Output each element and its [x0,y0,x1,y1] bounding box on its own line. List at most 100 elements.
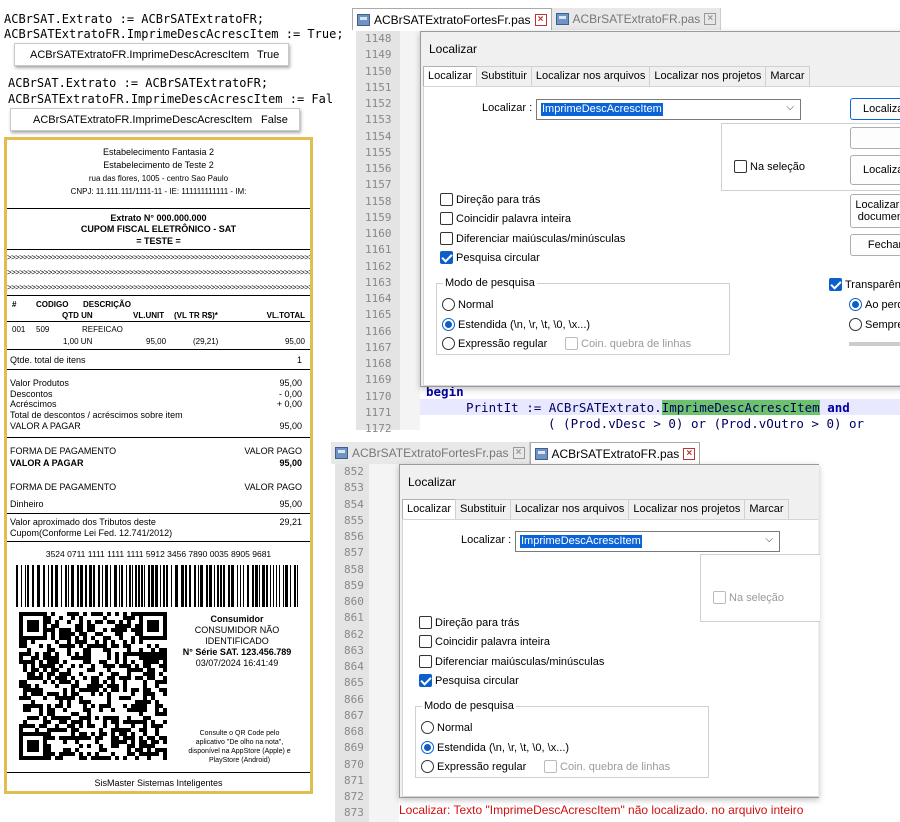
qr-module [99,692,103,696]
estendida-radio[interactable]: Estendida (\n, \r, \t, \0, \x...) [442,318,590,331]
qr-module [87,720,91,724]
tab-marcar[interactable]: Marcar [744,499,789,519]
expressao-radio[interactable]: Expressão regular [442,337,547,350]
normal-radio[interactable]: Normal [442,298,493,311]
diferenciar-checkbox[interactable]: Diferenciar maiúsculas/minúsculas [419,655,604,668]
qr-module [91,668,95,672]
ao-perder-radio[interactable]: Ao perder [849,298,900,311]
qr-module [19,644,23,648]
tab-localizar-arquivos[interactable]: Localizar nos arquivos [530,66,651,86]
qr-module [123,640,127,644]
search-combo[interactable]: ImprimeDescAcrescItem ⌵ [515,531,780,552]
qr-module [51,692,55,696]
close-icon[interactable]: × [683,447,696,460]
sempre-radio[interactable]: Sempre [849,318,900,331]
close-icon[interactable]: × [534,13,547,26]
qr-module [27,672,31,676]
close-icon[interactable]: × [512,447,525,459]
qr-module [83,656,87,660]
barcode-bar [151,565,154,607]
separator-line: >>>>>>>>>>>>>>>>>>>>>>>>>>>>>>>>>>>>>>>>… [7,268,310,277]
transparencia-checkbox[interactable]: Transparência [829,278,900,291]
qr-module [91,684,95,688]
qr-module [151,736,155,740]
find-next-button[interactable]: Localizar [850,98,900,120]
pesquisa-circular-checkbox[interactable]: Pesquisa circular [419,674,519,687]
qr-module [143,716,147,720]
col-codigo: CODIGO [36,300,69,309]
tab-localizar[interactable]: Localizar [402,499,457,519]
modo-label: Modo de pesquisa [443,277,537,289]
code-line: ACBrSATExtratoFR.ImprimeDescAcrescItem :… [4,27,344,41]
qr-module [91,692,95,696]
tab-localizar-arquivos[interactable]: Localizar nos arquivos [509,499,630,519]
find-document-button[interactable]: Localizar no documento [850,194,900,228]
qr-module [83,736,87,740]
estendida-radio[interactable]: Estendida (\n, \r, \t, \0, \x...) [421,741,569,754]
qr-module [55,640,59,644]
tab-substituir[interactable]: Substituir [476,66,532,86]
tab-fortes[interactable]: ACBrSATExtratoFortesFr.pas × [331,442,530,464]
tab-fortes[interactable]: ACBrSATExtratoFortesFr.pas × [352,8,552,30]
direcao-checkbox[interactable]: Direção para trás [419,616,519,629]
coincidir-checkbox[interactable]: Coincidir palavra inteira [440,212,571,225]
footer-text: SisMaster Sistemas Inteligentes [94,778,223,788]
qr-module [131,752,135,756]
na-selecao-checkbox[interactable]: Na seleção [713,591,784,604]
tab-substituir[interactable]: Substituir [455,499,511,519]
na-selecao-checkbox[interactable]: Na seleção [734,160,805,173]
expressao-radio[interactable]: Expressão regular [421,760,526,773]
pesquisa-circular-checkbox[interactable]: Pesquisa circular [440,251,540,264]
item-desc: REFEICAO [82,325,123,334]
qr-module [87,708,91,712]
tab-marcar[interactable]: Marcar [765,66,810,86]
qr-module [71,712,75,716]
qr-module [143,684,147,688]
qr-module [127,720,131,724]
selection-group: Na seleção [700,554,820,622]
qr-module [147,752,151,756]
qr-module [19,728,23,732]
direcao-checkbox[interactable]: Direção para trás [440,193,540,206]
tab-localizar-projetos[interactable]: Localizar nos projetos [628,499,746,519]
qr-module [51,712,55,716]
tab-localizar[interactable]: Localizar [423,66,478,86]
qr-module [43,664,47,668]
line-number: 1155 [365,145,392,159]
search-value: ImprimeDescAcrescItem [541,103,663,116]
editor-tabs: ACBrSATExtratoFortesFr.pas × ACBrSATExtra… [331,442,701,464]
line-number: 870 [344,757,364,771]
qr-module [95,756,99,760]
coin-checkbox[interactable]: Coin. quebra de linhas [544,760,670,773]
search-combo[interactable]: ImprimeDescAcrescItem ⌵ [536,99,801,120]
transparency-slider[interactable] [849,342,900,346]
tab-fr[interactable]: ACBrSATExtratoFR.pas × [529,442,701,464]
qr-module [19,696,23,700]
chevron-down-icon[interactable]: ⌵ [765,534,773,545]
qr-module [35,728,39,732]
tab-localizar-projetos[interactable]: Localizar nos projetos [649,66,767,86]
qr-module [83,612,87,616]
qr-module [75,740,79,744]
find-selection-button[interactable]: Localizar [850,155,900,185]
close-button[interactable]: Fechar [850,234,900,256]
diferenciar-checkbox[interactable]: Diferenciar maiúsculas/minúsculas [440,232,625,245]
coincidir-checkbox[interactable]: Coincidir palavra inteira [419,635,550,648]
tab-fr[interactable]: ACBrSATExtratoFR.pas × [551,8,722,30]
qr-module [123,644,127,648]
tab-label: ACBrSATExtratoFortesFr.pas [352,446,509,460]
qr-module [55,692,59,696]
qr-module [135,624,139,628]
qr-module [35,656,39,660]
qr-module [103,724,107,728]
coin-checkbox[interactable]: Coin. quebra de linhas [565,337,691,350]
close-icon[interactable]: × [704,13,717,25]
count-button[interactable] [850,127,900,149]
normal-radio[interactable]: Normal [421,721,472,734]
qr-module [59,716,63,720]
chevron-down-icon[interactable]: ⌵ [786,102,794,113]
qr-module [31,716,35,720]
consumidor-title: Consumidor [210,614,264,624]
qr-module [107,692,111,696]
line-number: 868 [344,725,364,738]
